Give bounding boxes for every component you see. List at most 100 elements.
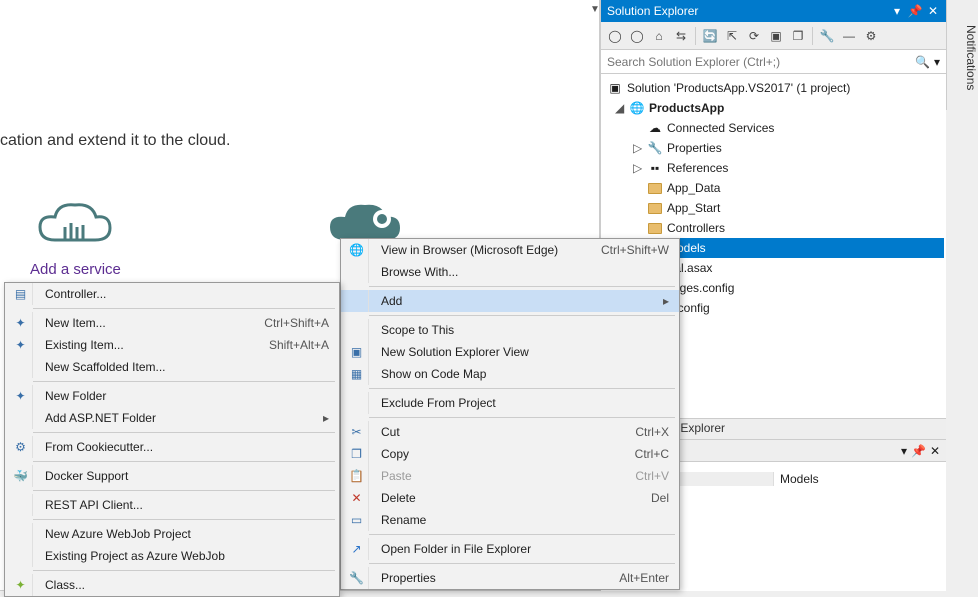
home-icon[interactable]: ⌂ [649,26,669,46]
showall-icon[interactable]: ▣ [766,26,786,46]
menu-delete[interactable]: ✕DeleteDel [341,487,679,509]
controller-icon: ▤ [9,283,33,305]
controllers-node[interactable]: Controllers [603,218,944,238]
menu-add-rest-api[interactable]: REST API Client... [5,494,339,516]
add-service-tile[interactable]: Add a service [30,195,121,278]
menu-add-scaffolded[interactable]: New Scaffolded Item... [5,356,339,378]
menu-separator [33,570,335,571]
menu-browse-with[interactable]: Browse With... [341,261,679,283]
menu-rename[interactable]: ▭Rename [341,509,679,531]
menu-view-in-browser[interactable]: 🌐View in Browser (Microsoft Edge)Ctrl+Sh… [341,239,679,261]
appstart-node[interactable]: App_Start [603,198,944,218]
sync-icon[interactable]: ⇆ [671,26,691,46]
menu-cut[interactable]: ✂CutCtrl+X [341,421,679,443]
chevron-down-icon[interactable]: ◢ [615,101,625,115]
dropdown-icon[interactable]: ▾ [890,4,904,18]
preview-icon[interactable]: — [839,26,859,46]
menu-add-aspnet-folder[interactable]: Add ASP.NET Folder▸ [5,407,339,429]
window-icon: ▣ [345,341,369,363]
project-node[interactable]: ◢ 🌐 ProductsApp [603,98,944,118]
menu-add-existing-item[interactable]: ✦Existing Item...Shift+Alt+A [5,334,339,356]
folder-icon [648,203,662,214]
new-folder-icon: ✦ [9,385,33,407]
search-input[interactable] [607,55,915,69]
menu-show-on-codemap[interactable]: ▦Show on Code Map [341,363,679,385]
tree-label: References [667,161,728,175]
references-node[interactable]: ▷ ▪▪ References [603,158,944,178]
menu-add-new-item[interactable]: ✦New Item...Ctrl+Shift+A [5,312,339,334]
menu-new-solution-view[interactable]: ▣New Solution Explorer View [341,341,679,363]
property-value: Models [774,472,936,486]
notifications-tab[interactable]: Notifications [946,0,978,110]
menu-add-docker[interactable]: 🐳Docker Support [5,465,339,487]
chevron-right-icon[interactable]: ▷ [633,141,643,155]
pending-icon[interactable]: 🔄 [700,26,720,46]
menu-separator [33,308,335,309]
menu-add[interactable]: Add▸ [341,290,679,312]
folder-icon [648,183,662,194]
menu-open-folder[interactable]: ↗Open Folder in File Explorer [341,538,679,560]
project-icon: 🌐 [629,100,645,116]
solution-explorer-title: Solution Explorer [607,4,698,18]
menu-add-class[interactable]: ✦Class... [5,574,339,596]
menu-separator [33,381,335,382]
copy-icon: ❐ [345,443,369,465]
menu-add-existing-webjob[interactable]: Existing Project as Azure WebJob [5,545,339,567]
search-icon[interactable]: 🔍 [915,55,930,69]
menu-copy[interactable]: ❐CopyCtrl+C [341,443,679,465]
tree-label: Properties [667,141,722,155]
solution-explorer-titlebar[interactable]: Solution Explorer ▾ 📌 ✕ [601,0,946,22]
menu-scope-to-this[interactable]: Scope to This [341,319,679,341]
project-label: ProductsApp [649,101,724,115]
menu-exclude-from-project[interactable]: Exclude From Project [341,392,679,414]
search-dropdown-icon[interactable]: ▾ [934,55,940,69]
dropdown-icon[interactable]: ▾ [901,444,907,458]
menu-add-webjob[interactable]: New Azure WebJob Project [5,523,339,545]
open-folder-icon: ↗ [345,538,369,560]
connected-services-node[interactable]: ☁ Connected Services [603,118,944,138]
tree-label: App_Start [667,201,720,215]
close-icon[interactable]: ✕ [926,4,940,18]
pin-icon[interactable]: 📌 [911,444,926,458]
pin-icon[interactable]: 📌 [908,4,922,18]
add-service-label: Add a service [30,261,121,278]
docker-icon: 🐳 [9,465,33,487]
wrench-icon: 🔧 [345,567,369,589]
appdata-node[interactable]: App_Data [603,178,944,198]
chevron-right-icon: ▸ [313,411,329,425]
intro-text: cation and extend it to the cloud. [0,132,230,150]
menu-separator [369,388,675,389]
cut-icon: ✂ [345,421,369,443]
copy-icon[interactable]: ❐ [788,26,808,46]
menu-separator [369,286,675,287]
forward-icon[interactable]: ◯ [627,26,647,46]
menu-separator [369,563,675,564]
folder-icon [648,223,662,234]
collapse-icon[interactable]: ⇱ [722,26,742,46]
refresh-icon[interactable]: ⟳ [744,26,764,46]
search-row: 🔍 ▾ [601,50,946,74]
wrench-icon: 🔧 [647,140,663,156]
tree-label: Connected Services [667,121,774,135]
back-icon[interactable]: ◯ [605,26,625,46]
menu-separator [369,417,675,418]
view-icon[interactable]: ⚙ [861,26,881,46]
properties-node[interactable]: ▷ 🔧 Properties [603,138,944,158]
dropdown-arrow-icon[interactable]: ▼ [590,4,600,15]
menu-add-controller[interactable]: ▤Controller... [5,283,339,305]
rename-icon: ▭ [345,509,369,531]
solution-label: Solution 'ProductsApp.VS2017' (1 project… [627,81,850,95]
chevron-right-icon[interactable]: ▷ [633,161,643,175]
menu-separator [33,490,335,491]
tree-label: App_Data [667,181,720,195]
properties-icon[interactable]: 🔧 [817,26,837,46]
menu-add-new-folder[interactable]: ✦New Folder [5,385,339,407]
browser-icon: 🌐 [345,239,369,261]
references-icon: ▪▪ [647,160,663,176]
menu-add-cookiecutter[interactable]: ⚙From Cookiecutter... [5,436,339,458]
menu-paste: 📋PasteCtrl+V [341,465,679,487]
connected-icon: ☁ [647,120,663,136]
close-icon[interactable]: ✕ [930,444,940,458]
menu-properties[interactable]: 🔧PropertiesAlt+Enter [341,567,679,589]
solution-node[interactable]: ▣ Solution 'ProductsApp.VS2017' (1 proje… [603,78,944,98]
